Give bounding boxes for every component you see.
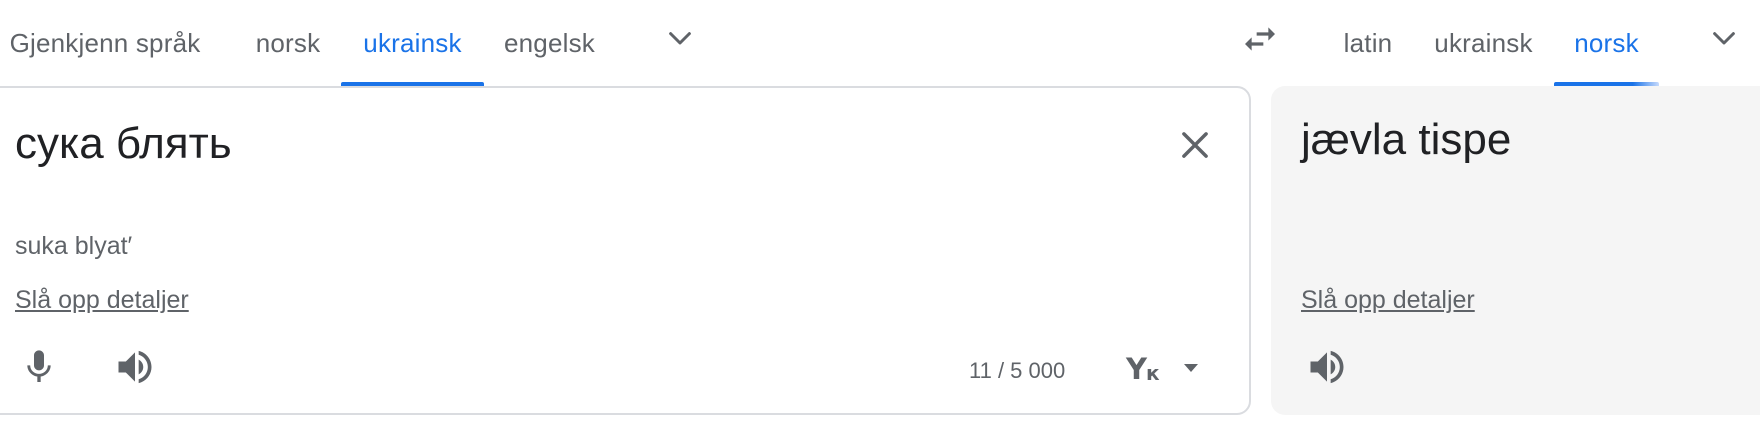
character-count: 11 / 5 000 <box>969 358 1066 383</box>
target-tab-latin[interactable]: latin <box>1331 0 1405 86</box>
translation-output: jævla tispe <box>1301 115 1512 164</box>
source-tab-norwegian[interactable]: norsk <box>250 0 326 86</box>
microphone-button[interactable] <box>17 342 61 392</box>
source-more-languages-button[interactable] <box>660 18 700 58</box>
target-tab-norwegian[interactable]: norsk <box>1554 0 1659 86</box>
target-lookup-details-link[interactable]: Slå opp detaljer <box>1301 286 1475 315</box>
speaker-icon <box>1310 350 1344 384</box>
target-listen-button[interactable] <box>1303 342 1351 392</box>
language-bar: Gjenkjenn språk norsk ukrainsk engelsk l… <box>0 0 1760 86</box>
input-tools-button[interactable]: Y к <box>1122 342 1208 392</box>
close-icon <box>1182 132 1208 158</box>
target-tab-ukrainian[interactable]: ukrainsk <box>1421 0 1546 86</box>
source-panel: сука блять suka blyat′ Slå opp detaljer … <box>0 86 1251 415</box>
chevron-down-icon <box>669 32 691 45</box>
source-text-input[interactable]: сука блять <box>15 118 232 171</box>
microphone-icon <box>27 350 51 382</box>
target-more-languages-button[interactable] <box>1704 18 1744 58</box>
source-tab-english[interactable]: engelsk <box>497 0 602 86</box>
chevron-down-icon <box>1713 32 1735 45</box>
svg-text:Y: Y <box>1125 352 1148 386</box>
clear-source-button[interactable] <box>1172 122 1218 168</box>
source-tab-detect-language[interactable]: Gjenkjenn språk <box>10 0 201 86</box>
swap-arrows-icon <box>1245 27 1275 51</box>
translate-widget: Gjenkjenn språk norsk ukrainsk engelsk l… <box>0 0 1760 446</box>
target-panel: jævla tispe Slå opp detaljer <box>1271 86 1760 415</box>
transliteration: suka blyat′ <box>15 232 133 260</box>
source-lookup-details-link[interactable]: Slå opp detaljer <box>15 286 189 315</box>
source-tab-ukrainian[interactable]: ukrainsk <box>341 0 484 86</box>
keyboard-layout-icon: Y к <box>1125 352 1198 386</box>
speaker-icon <box>118 350 152 384</box>
svg-text:к: к <box>1146 361 1160 385</box>
swap-languages-button[interactable] <box>1237 16 1283 62</box>
source-listen-button[interactable] <box>111 342 159 392</box>
